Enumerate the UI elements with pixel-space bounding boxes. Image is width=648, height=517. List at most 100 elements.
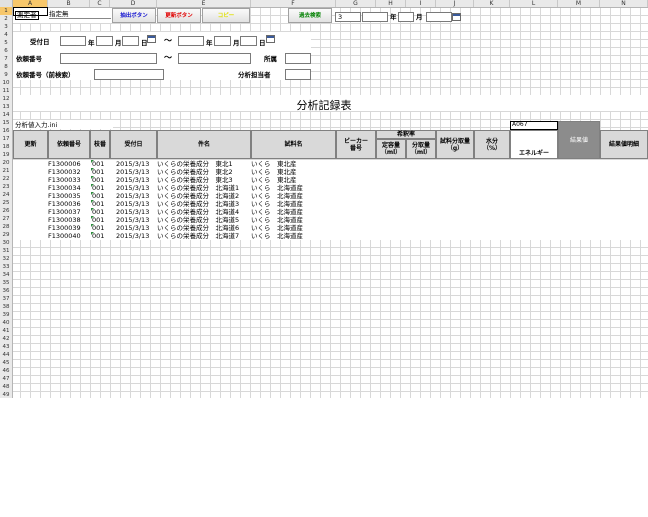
cell-request-number[interactable]: F1300033 — [48, 176, 81, 184]
cell-reception-date[interactable]: 2015/3/13 — [116, 232, 149, 240]
row-header-9[interactable]: 9 — [0, 71, 12, 79]
search-month-input[interactable] — [398, 12, 414, 22]
cell-subject[interactable]: いくらの栄養成分 北海道6 — [157, 224, 239, 232]
calendar-icon[interactable] — [452, 13, 461, 21]
department-input[interactable] — [285, 53, 311, 64]
measurer-dropdown[interactable]: 指定無 — [49, 11, 111, 19]
table-row[interactable]: F1300037 001 2015/3/13 いくらの栄養成分 北海道4 いくら 北海道… — [13, 208, 648, 216]
measurer-label[interactable]: 測定者 — [15, 11, 39, 20]
row-header-3[interactable]: 3 — [0, 23, 12, 31]
spreadsheet-grid[interactable]: A B C D E F G H I J K L M N 1 2 3 4 5 6 7 8 9 10 1… — [0, 0, 648, 398]
row-header-16[interactable]: 16 — [0, 127, 12, 135]
column-header-k[interactable]: K — [474, 0, 510, 7]
select-all-corner[interactable] — [0, 0, 13, 7]
row-header-25[interactable]: 25 — [0, 199, 12, 207]
cell-subject[interactable]: いくらの栄養成分 北海道1 — [157, 184, 239, 192]
cell-subject[interactable]: いくらの栄養成分 北海道7 — [157, 232, 239, 240]
table-row[interactable]: F1300039 001 2015/3/13 いくらの栄養成分 北海道6 いくら 北海道… — [13, 224, 648, 232]
row-header-28[interactable]: 28 — [0, 223, 12, 231]
request-number-to-input[interactable] — [178, 53, 251, 64]
column-header-n[interactable]: N — [600, 0, 648, 7]
copy-button[interactable]: コピー — [202, 8, 250, 23]
row-header-23[interactable]: 23 — [0, 183, 12, 191]
cell-request-number[interactable]: F1300035 — [48, 192, 81, 200]
search-year-input[interactable]: 3 — [335, 12, 361, 22]
row-header-30[interactable]: 30 — [0, 239, 12, 247]
row-header-18[interactable]: 18 — [0, 143, 12, 151]
column-header-m[interactable]: M — [558, 0, 600, 7]
row-header-24[interactable]: 24 — [0, 191, 12, 199]
table-row[interactable]: F1300034 001 2015/3/13 いくらの栄養成分 北海道1 いくら 北海道… — [13, 184, 648, 192]
column-header-a[interactable]: A — [13, 0, 48, 7]
search-year-input-2[interactable] — [362, 12, 388, 22]
row-header-44[interactable]: 44 — [0, 351, 12, 359]
cell-request-number[interactable]: F1300038 — [48, 216, 81, 224]
row-header-31[interactable]: 31 — [0, 247, 12, 255]
cell-sample-name[interactable]: いくら 北海道産 — [251, 224, 303, 232]
cell-reception-date[interactable]: 2015/3/13 — [116, 184, 149, 192]
cell-request-number[interactable]: F1300006 — [48, 160, 81, 168]
row-header-27[interactable]: 27 — [0, 215, 12, 223]
cell-request-number[interactable]: F1300032 — [48, 168, 81, 176]
table-row[interactable]: F1300036 001 2015/3/13 いくらの栄養成分 北海道3 いくら 北海道… — [13, 200, 648, 208]
cell-request-number[interactable]: F1300037 — [48, 208, 81, 216]
column-header-b[interactable]: B — [48, 0, 90, 7]
cell-reception-date[interactable]: 2015/3/13 — [116, 208, 149, 216]
cell-sample-name[interactable]: いくら 北海道産 — [251, 200, 303, 208]
cell-reception-date[interactable]: 2015/3/13 — [116, 192, 149, 200]
update-button[interactable]: 更新ボタン — [157, 8, 201, 23]
row-header-19[interactable]: 19 — [0, 151, 12, 159]
code-cell[interactable]: A067 — [510, 121, 558, 130]
to-year-input[interactable] — [178, 36, 204, 46]
row-header-37[interactable]: 37 — [0, 295, 12, 303]
from-day-input[interactable] — [122, 36, 139, 46]
column-header-i[interactable]: I — [406, 0, 436, 7]
to-calendar-icon[interactable] — [266, 35, 275, 43]
row-header-4[interactable]: 4 — [0, 31, 12, 39]
row-header-2[interactable]: 2 — [0, 15, 12, 23]
column-header-c[interactable]: C — [90, 0, 110, 7]
row-header-26[interactable]: 26 — [0, 207, 12, 215]
cell-request-number[interactable]: F1300040 — [48, 232, 81, 240]
search-day-input[interactable] — [426, 12, 452, 22]
row-header-7[interactable]: 7 — [0, 55, 12, 63]
from-calendar-icon[interactable] — [147, 35, 156, 43]
row-header-22[interactable]: 22 — [0, 175, 12, 183]
row-header-48[interactable]: 48 — [0, 383, 12, 391]
column-header-e[interactable]: E — [157, 0, 251, 7]
table-row[interactable]: F1300033 001 2015/3/13 いくらの栄養成分 東北3 いくら 東北産 — [13, 176, 648, 184]
cell-sample-name[interactable]: いくら 北海道産 — [251, 216, 303, 224]
row-header-36[interactable]: 36 — [0, 287, 12, 295]
row-header-49[interactable]: 49 — [0, 391, 12, 398]
row-header-46[interactable]: 46 — [0, 367, 12, 375]
past-search-button[interactable]: 過去検索 — [288, 8, 332, 23]
from-month-input[interactable] — [96, 36, 113, 46]
cell-sample-name[interactable]: いくら 北海道産 — [251, 184, 303, 192]
cell-sample-name[interactable]: いくら 北海道産 — [251, 192, 303, 200]
cell-subject[interactable]: いくらの栄養成分 東北3 — [157, 176, 233, 184]
row-header-43[interactable]: 43 — [0, 343, 12, 351]
cell-sample-name[interactable]: いくら 東北産 — [251, 160, 297, 168]
cell-request-number[interactable]: F1300034 — [48, 184, 81, 192]
column-header-f[interactable]: F — [251, 0, 336, 7]
table-row[interactable]: F1300032 001 2015/3/13 いくらの栄養成分 東北2 いくら 東北産 — [13, 168, 648, 176]
to-month-input[interactable] — [214, 36, 231, 46]
cell-request-number[interactable]: F1300036 — [48, 200, 81, 208]
row-header-10[interactable]: 10 — [0, 79, 12, 87]
row-header-39[interactable]: 39 — [0, 311, 12, 319]
cell-sample-name[interactable]: いくら 北海道産 — [251, 208, 303, 216]
row-header-33[interactable]: 33 — [0, 263, 12, 271]
row-header-11[interactable]: 11 — [0, 87, 12, 95]
row-header-29[interactable]: 29 — [0, 231, 12, 239]
table-row[interactable]: F1300038 001 2015/3/13 いくらの栄養成分 北海道5 いくら 北海道… — [13, 216, 648, 224]
cell-subject[interactable]: いくらの栄養成分 北海道2 — [157, 192, 239, 200]
row-header-17[interactable]: 17 — [0, 135, 12, 143]
row-header-20[interactable]: 20 — [0, 159, 12, 167]
row-header-34[interactable]: 34 — [0, 271, 12, 279]
column-header-d[interactable]: D — [110, 0, 157, 7]
row-header-15[interactable]: 15 — [0, 119, 12, 127]
row-header-21[interactable]: 21 — [0, 167, 12, 175]
row-header-35[interactable]: 35 — [0, 279, 12, 287]
extract-button[interactable]: 抽出ボタン — [112, 8, 156, 23]
column-header-j[interactable]: J — [436, 0, 474, 7]
